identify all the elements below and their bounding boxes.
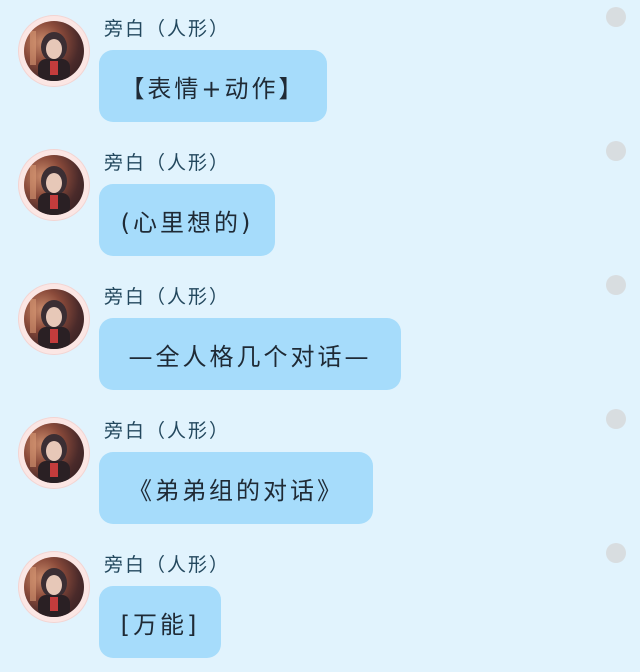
chat-message: 旁白（人形） [万能] xyxy=(0,536,640,670)
chat-log: 旁白（人形） 【表情+动作】 旁白（人形） (心里想的) 旁白（人形） —全人格… xyxy=(0,0,640,672)
avatar[interactable] xyxy=(19,552,89,622)
sender-name: 旁白（人形） xyxy=(104,420,231,442)
sender-name: 旁白（人形） xyxy=(104,18,231,40)
status-dot xyxy=(606,141,626,161)
avatar-image xyxy=(24,289,84,349)
avatar-image xyxy=(24,423,84,483)
chat-message: 旁白（人形） —全人格几个对话— xyxy=(0,268,640,402)
message-bubble[interactable]: 《弟弟组的对话》 xyxy=(99,452,373,524)
status-dot xyxy=(606,275,626,295)
status-dot xyxy=(606,409,626,429)
chat-message: 旁白（人形） 《弟弟组的对话》 xyxy=(0,402,640,536)
status-dot xyxy=(606,543,626,563)
chat-message: 旁白（人形） 【表情+动作】 xyxy=(0,0,640,134)
message-bubble[interactable]: [万能] xyxy=(99,586,221,658)
avatar-image xyxy=(24,155,84,215)
avatar-image xyxy=(24,557,84,617)
sender-name: 旁白（人形） xyxy=(104,554,231,576)
chat-message: 旁白（人形） (心里想的) xyxy=(0,134,640,268)
message-bubble[interactable]: (心里想的) xyxy=(99,184,275,256)
avatar[interactable] xyxy=(19,418,89,488)
avatar[interactable] xyxy=(19,150,89,220)
avatar[interactable] xyxy=(19,284,89,354)
sender-name: 旁白（人形） xyxy=(104,286,231,308)
avatar[interactable] xyxy=(19,16,89,86)
message-bubble[interactable]: —全人格几个对话— xyxy=(99,318,401,390)
avatar-image xyxy=(24,21,84,81)
status-dot xyxy=(606,7,626,27)
sender-name: 旁白（人形） xyxy=(104,152,231,174)
message-bubble[interactable]: 【表情+动作】 xyxy=(99,50,327,122)
